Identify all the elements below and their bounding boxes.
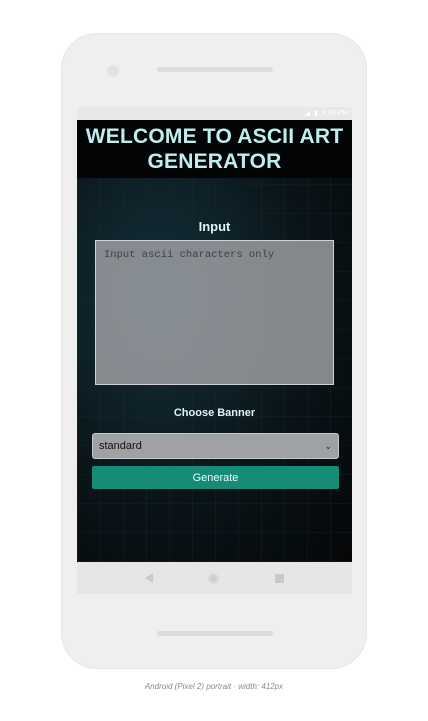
chevron-down-icon: ⌄ xyxy=(324,440,332,451)
ascii-input-textarea[interactable] xyxy=(95,240,334,385)
android-nav-bar xyxy=(77,562,352,594)
recents-icon[interactable] xyxy=(275,573,285,583)
back-icon[interactable] xyxy=(144,573,153,583)
home-icon[interactable] xyxy=(208,572,220,584)
device-caption: Android (Pixel 2) portrait · width: 412p… xyxy=(144,682,284,691)
battery-icon: ▮ xyxy=(314,110,318,117)
banner-select[interactable]: standard ⌄ xyxy=(92,433,339,459)
camera-icon xyxy=(107,65,119,77)
emulator-stage: ◢ ▮ 4:35 PM WELCOME TO ASCII ART GENERAT… xyxy=(0,0,428,721)
speaker-grille-bottom xyxy=(157,631,273,636)
speaker-grille-top xyxy=(157,67,273,72)
status-time: 4:35 PM xyxy=(321,110,348,117)
signal-icon: ◢ xyxy=(304,110,311,117)
status-bar: ◢ ▮ 4:35 PM xyxy=(77,107,352,120)
page-title: WELCOME TO ASCII ART GENERATOR xyxy=(85,125,344,173)
input-label: Input xyxy=(198,219,231,234)
app-body: WELCOME TO ASCII ART GENERATOR Input Cho… xyxy=(77,120,352,562)
phone-screen: ◢ ▮ 4:35 PM WELCOME TO ASCII ART GENERAT… xyxy=(77,107,352,594)
banner-label: Choose Banner xyxy=(173,407,256,419)
generate-button[interactable]: Generate xyxy=(92,466,339,489)
banner-select-value: standard xyxy=(99,440,142,452)
